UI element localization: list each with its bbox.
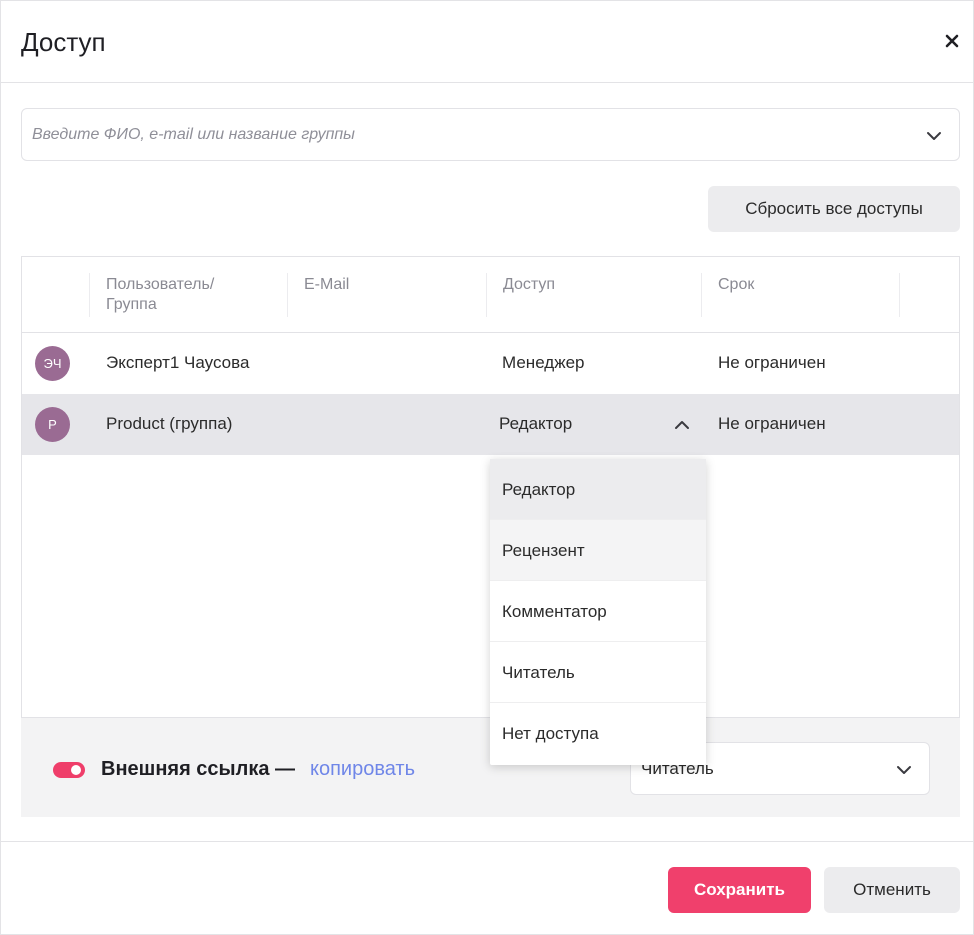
row-access-role-select[interactable]: Редактор (499, 414, 572, 434)
dropdown-option-no-access[interactable]: Нет доступа (490, 703, 706, 764)
dropdown-option-reviewer[interactable]: Рецензент (490, 520, 706, 581)
toggle-knob (71, 765, 81, 775)
column-divider (701, 273, 702, 317)
dropdown-option-label: Нет доступа (502, 724, 599, 743)
column-header-user: Пользователь/ Группа (106, 276, 215, 313)
column-divider (486, 273, 487, 317)
chevron-up-icon[interactable] (673, 416, 691, 434)
close-icon[interactable] (942, 31, 962, 51)
column-divider (287, 273, 288, 317)
external-link-label: Внешняя ссылка — (101, 758, 296, 780)
dialog-title: Доступ (21, 27, 106, 57)
cancel-button[interactable]: Отменить (824, 867, 960, 913)
table-row[interactable]: P Product (группа) Редактор Не ограничен (22, 394, 959, 455)
dropdown-option-commenter[interactable]: Комментатор (490, 581, 706, 642)
avatar: ЭЧ (35, 346, 70, 381)
access-role-dropdown: Редактор Рецензент Комментатор Читатель … (490, 459, 706, 765)
dialog-header: Доступ (1, 1, 974, 83)
row-user-name: Product (группа) (106, 414, 233, 433)
footer-divider (1, 841, 974, 842)
table-row[interactable]: ЭЧ Эксперт1 Чаусова Менеджер Не ограниче… (22, 333, 959, 394)
user-search-field[interactable] (21, 108, 960, 161)
dropdown-option-label: Редактор (502, 480, 576, 499)
row-access-role[interactable]: Менеджер (502, 353, 584, 373)
column-header-term: Срок (718, 276, 755, 293)
chevron-down-icon[interactable] (895, 761, 913, 779)
user-search-input[interactable] (32, 123, 912, 147)
avatar: P (35, 407, 70, 442)
reset-all-access-button[interactable]: Сбросить все доступы (708, 186, 960, 232)
column-header-access: Доступ (503, 276, 556, 293)
column-divider (899, 273, 900, 317)
chevron-down-icon[interactable] (925, 127, 943, 145)
dropdown-option-label: Рецензент (502, 541, 585, 560)
row-user-name: Эксперт1 Чаусова (106, 353, 250, 372)
dropdown-option-label: Читатель (502, 663, 575, 682)
column-header-email: E-Mail (304, 276, 350, 293)
table-header: Пользователь/ Группа E-Mail Доступ Срок (22, 257, 959, 333)
dropdown-option-label: Комментатор (502, 602, 607, 621)
dropdown-option-editor[interactable]: Редактор (490, 459, 706, 520)
column-divider (89, 273, 90, 317)
copy-link[interactable]: копировать (310, 758, 415, 781)
row-term: Не ограничен (718, 414, 826, 433)
row-term: Не ограничен (718, 353, 826, 372)
access-dialog: Доступ Сбросить все доступы Пользователь… (0, 0, 974, 935)
dropdown-option-reader[interactable]: Читатель (490, 642, 706, 703)
external-link-toggle[interactable] (53, 762, 85, 778)
save-button[interactable]: Сохранить (668, 867, 811, 913)
